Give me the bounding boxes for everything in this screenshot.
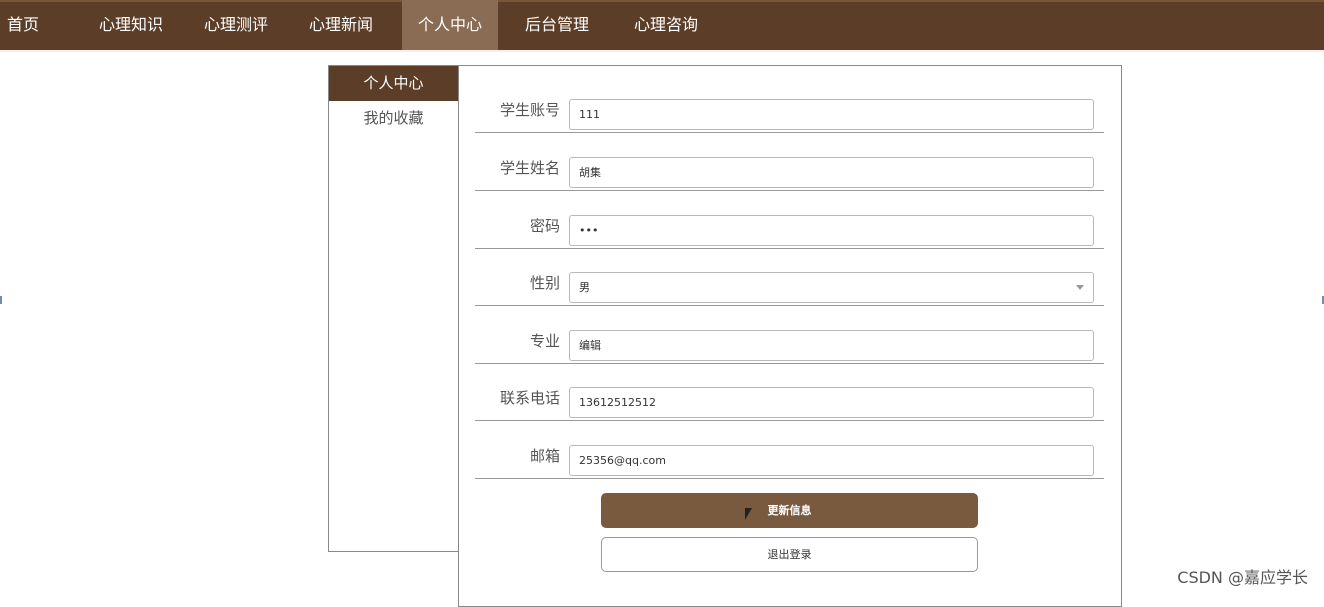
mouse-pointer-icon [745, 508, 752, 520]
logout-button[interactable]: 退出登录 [601, 537, 978, 572]
password-input[interactable]: ••• [569, 215, 1094, 246]
password-label: 密码 [529, 217, 560, 235]
name-label: 学生姓名 [499, 159, 560, 177]
side-item-personal-center[interactable]: 个人中心 [329, 66, 458, 101]
phone-label: 联系电话 [499, 389, 560, 407]
nav-item-psych-knowledge[interactable]: 心理知识 [99, 0, 163, 50]
nav-item-admin[interactable]: 后台管理 [525, 0, 589, 50]
nav-divider [0, 50, 1324, 52]
form-row-email: 邮箱 25356@qq.com [475, 421, 1104, 479]
gender-label: 性别 [529, 274, 560, 292]
form-row-gender: 性别 男 [475, 248, 1104, 306]
side-menu: 个人中心 我的收藏 [328, 65, 459, 552]
account-label: 学生账号 [499, 101, 560, 119]
top-nav-bar: 首页 心理知识 心理测评 心理新闻 个人中心 后台管理 心理咨询 [0, 0, 1324, 50]
nav-item-consult[interactable]: 心理咨询 [634, 0, 698, 50]
left-edge-mark [0, 296, 2, 304]
update-info-button[interactable]: 更新信息 [601, 493, 978, 528]
form-row-account: 学生账号 111 [475, 75, 1104, 133]
email-label: 邮箱 [529, 447, 560, 465]
phone-input[interactable]: 13612512512 [569, 387, 1094, 418]
profile-form-panel: 学生账号 111 学生姓名 胡集 密码 ••• 性别 男 专业 编辑 联系电话 … [458, 65, 1122, 607]
chevron-down-icon[interactable] [1076, 285, 1084, 290]
form-row-name: 学生姓名 胡集 [475, 133, 1104, 191]
form-row-password: 密码 ••• [475, 191, 1104, 249]
gender-select[interactable]: 男 [569, 272, 1094, 303]
side-item-favorites[interactable]: 我的收藏 [329, 101, 458, 136]
nav-item-home[interactable]: 首页 [7, 0, 39, 50]
account-input[interactable]: 111 [569, 99, 1094, 130]
nav-item-psych-news[interactable]: 心理新闻 [309, 0, 373, 50]
nav-item-personal-center[interactable]: 个人中心 [402, 0, 498, 50]
major-input[interactable]: 编辑 [569, 330, 1094, 361]
form-row-major: 专业 编辑 [475, 306, 1104, 364]
gender-selected-value: 男 [579, 281, 590, 294]
csdn-watermark: CSDN @嘉应学长 [1177, 568, 1308, 587]
email-input[interactable]: 25356@qq.com [569, 445, 1094, 476]
nav-item-psych-test[interactable]: 心理测评 [204, 0, 268, 50]
major-label: 专业 [529, 332, 560, 350]
form-row-phone: 联系电话 13612512512 [475, 363, 1104, 421]
name-input[interactable]: 胡集 [569, 157, 1094, 188]
